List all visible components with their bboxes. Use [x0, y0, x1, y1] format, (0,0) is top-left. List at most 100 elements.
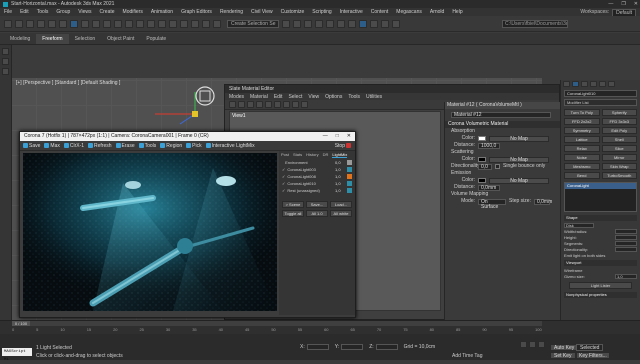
percent-snap-icon[interactable] — [202, 19, 210, 28]
auto-key-button[interactable]: Auto Key — [550, 344, 579, 351]
tab-populate[interactable]: Populate — [140, 34, 172, 44]
rectangular-selection-icon[interactable] — [92, 19, 100, 28]
lightmix-row-coronalight010[interactable]: ✓ CoronaLight010 1,0 — [279, 180, 355, 187]
all-white-button[interactable]: All white — [330, 210, 352, 217]
close-icon[interactable]: ✕ — [634, 1, 638, 7]
utilities-tab-icon[interactable] — [608, 81, 615, 87]
menu-megascans[interactable]: Megascans — [396, 9, 422, 15]
play-icon[interactable] — [538, 341, 545, 348]
rendered-frame-window-icon[interactable] — [381, 19, 390, 28]
menu-civil-view[interactable]: Civil View — [251, 9, 273, 15]
render-teapot-icon[interactable] — [392, 19, 401, 28]
modifier-button[interactable]: FFD 3x3x3 — [601, 118, 637, 125]
modifier-button[interactable]: Symmetry — [564, 127, 600, 134]
vfb-pick-button[interactable]: Pick — [186, 143, 202, 149]
absorption-distance-field[interactable]: 1000,0 — [478, 142, 500, 149]
tab-object-paint[interactable]: Object Paint — [101, 34, 140, 44]
lightmix-color-swatch[interactable] — [347, 188, 352, 193]
time-slider-knob[interactable]: 0 / 100 — [12, 321, 30, 326]
scale-icon[interactable] — [136, 19, 144, 28]
move-icon[interactable] — [114, 19, 122, 28]
sme-view-label[interactable]: View1 — [232, 113, 246, 119]
time-slider[interactable]: 0 / 100 — [12, 321, 542, 326]
viewport-layout-icon[interactable] — [2, 48, 9, 55]
scene-explorer-toggle-icon[interactable] — [2, 58, 9, 65]
menu-file[interactable]: File — [4, 9, 12, 15]
sme-menu-material[interactable]: Material — [250, 94, 268, 100]
to-scene-button[interactable]: > Scene — [282, 201, 304, 208]
sme-delete-icon[interactable] — [265, 101, 272, 108]
key-filters-button[interactable]: Key Filters... — [576, 352, 610, 359]
light-lister-button[interactable]: Light Lister — [569, 282, 632, 289]
placement-icon[interactable] — [147, 19, 155, 28]
lightmix-row-environment[interactable]: Environment 0,0 — [279, 159, 355, 166]
tab-modeling[interactable]: Modeling — [4, 34, 36, 44]
window-crossing-icon[interactable] — [103, 19, 111, 28]
viewport-label[interactable]: [+] [Perspective ] [Standard ] [Default … — [16, 80, 120, 86]
modifier-button[interactable]: Spherify — [601, 109, 637, 116]
emission-color-swatch[interactable] — [478, 178, 486, 183]
vfb-refresh-button[interactable]: Refresh — [88, 143, 112, 149]
lightmix-color-swatch[interactable] — [347, 181, 352, 186]
tab-lightmix[interactable]: LightMix — [332, 152, 348, 158]
vfb-stop-button[interactable]: Stop — [335, 143, 351, 149]
tab-freeform[interactable]: Freeform — [36, 33, 69, 44]
redo-icon[interactable] — [15, 19, 23, 28]
scattering-map-button[interactable]: No Map — [489, 156, 549, 163]
vfb-erase-button[interactable]: Erase — [115, 143, 135, 149]
select-by-name-icon[interactable] — [81, 19, 89, 28]
modify-tab-icon[interactable] — [572, 81, 579, 87]
object-name-field[interactable]: CoronaLight010 — [564, 90, 637, 97]
ribbon-toggle-icon[interactable] — [326, 19, 335, 28]
tab-stats[interactable]: Stats — [293, 152, 302, 158]
sme-layout-icon[interactable] — [301, 101, 308, 108]
emission-distance-field[interactable]: 0,0mm — [478, 184, 500, 191]
render-setup-icon[interactable] — [370, 19, 379, 28]
sme-menu-view[interactable]: View — [308, 94, 319, 100]
spinner-snap-icon[interactable] — [213, 19, 221, 28]
sme-show-background-icon[interactable] — [292, 101, 299, 108]
menu-arnold[interactable]: Arnold — [430, 9, 444, 15]
width-field[interactable] — [615, 229, 637, 234]
load-lightmix-button[interactable]: Load... — [330, 201, 352, 208]
all-one-button[interactable]: All 1.0 — [306, 210, 328, 217]
light-directionality-field[interactable] — [615, 247, 637, 252]
z-field[interactable] — [375, 344, 398, 350]
y-field[interactable] — [341, 344, 364, 350]
menu-customize[interactable]: Customize — [281, 9, 305, 15]
stack-item-coronalight[interactable]: CoronaLight — [565, 183, 636, 189]
lightmix-value[interactable]: 1,0 — [335, 181, 345, 186]
add-time-tag[interactable]: Add Time Tag — [452, 353, 482, 359]
sme-pick-icon[interactable] — [238, 101, 245, 108]
menu-tools[interactable]: Tools — [37, 9, 49, 15]
sme-show-map-icon[interactable] — [283, 101, 290, 108]
sme-menu-tools[interactable]: Tools — [348, 94, 360, 100]
sme-put-to-scene-icon[interactable] — [247, 101, 254, 108]
modifier-button[interactable]: Meshsmo — [564, 163, 600, 170]
selection-filter-icon[interactable] — [59, 19, 67, 28]
material-editor-icon[interactable] — [359, 19, 368, 28]
menu-interactive[interactable]: Interactive — [340, 9, 363, 15]
modifier-button[interactable]: Lattice — [564, 136, 600, 143]
menu-group[interactable]: Group — [56, 9, 70, 15]
segments-field[interactable] — [615, 241, 637, 246]
material-name-field[interactable]: Material #12 — [451, 111, 551, 118]
gizmo-size-field[interactable]: 1,0 — [615, 274, 637, 279]
layer-explorer-icon[interactable] — [315, 19, 324, 28]
menu-views[interactable]: Views — [78, 9, 91, 15]
vfb-close-icon[interactable]: ✕ — [347, 132, 351, 141]
modifier-button[interactable]: Noise — [564, 154, 600, 161]
lightmix-checkbox[interactable]: ✓ — [282, 181, 285, 186]
schematic-view-icon[interactable] — [348, 19, 357, 28]
modifier-button[interactable]: Edit Poly — [601, 127, 637, 134]
mode-dropdown[interactable]: On Surface — [478, 198, 506, 209]
hierarchy-tab-icon[interactable] — [581, 81, 588, 87]
directionality-field[interactable]: 0,0 — [478, 163, 492, 170]
select-object-icon[interactable] — [70, 19, 78, 28]
previous-frame-icon[interactable] — [529, 341, 536, 348]
menu-graph-editors[interactable]: Graph Editors — [181, 9, 212, 15]
absorption-color-swatch[interactable] — [478, 136, 486, 141]
snap-toggle-icon[interactable] — [180, 19, 188, 28]
sme-move-children-icon[interactable] — [274, 101, 281, 108]
vfb-max-button[interactable]: Max — [44, 143, 60, 149]
